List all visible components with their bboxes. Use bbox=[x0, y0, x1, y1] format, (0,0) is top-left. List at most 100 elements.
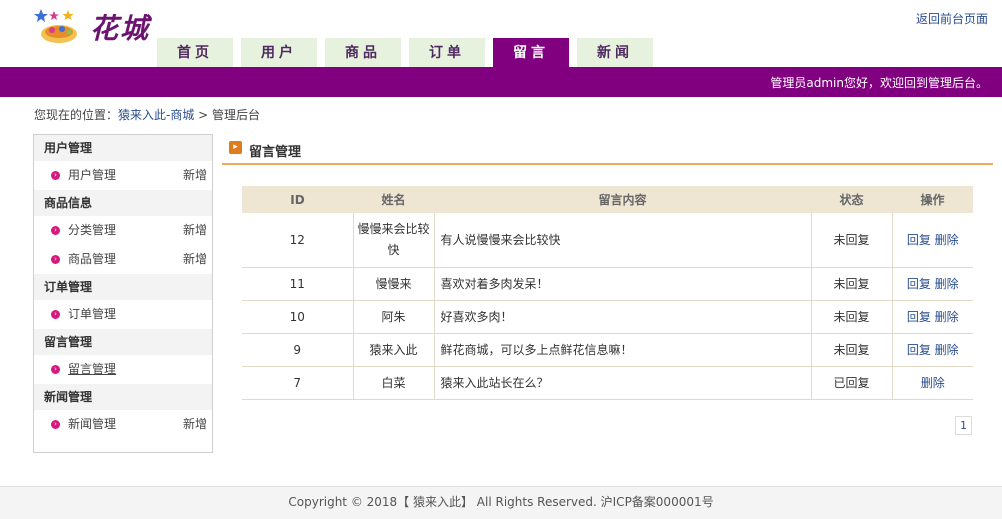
sidebar-group-messages: 留言管理 bbox=[34, 329, 212, 355]
sidebar-item-category-manage[interactable]: › 分类管理 新增 bbox=[34, 216, 212, 245]
add-product-link[interactable]: 新增 bbox=[183, 245, 207, 274]
cell-id: 10 bbox=[242, 300, 353, 334]
bullet-icon: › bbox=[51, 255, 60, 264]
pagination-page-1[interactable]: 1 bbox=[955, 416, 972, 435]
cell-status: 未回复 bbox=[810, 333, 892, 367]
cell-id: 12 bbox=[242, 213, 353, 268]
sidebar-item-label[interactable]: 订单管理 bbox=[68, 300, 116, 329]
brand-name: 花城 bbox=[90, 12, 151, 45]
column-header-content: 留言内容 bbox=[434, 186, 811, 213]
arrow-right-icon: ▸ bbox=[229, 141, 242, 154]
cell-status: 已回复 bbox=[810, 366, 892, 400]
cell-content: 鲜花商城，可以多上点鲜花信息嘛！ bbox=[433, 333, 811, 367]
bullet-icon: › bbox=[51, 420, 60, 429]
cell-id: 7 bbox=[242, 366, 353, 400]
sidebar-item-product-manage[interactable]: › 商品管理 新增 bbox=[34, 245, 212, 274]
sidebar-group-products: 商品信息 bbox=[34, 190, 212, 216]
footer: Copyright © 2018【 猿来入此】 All Rights Reser… bbox=[0, 486, 1002, 519]
reply-link[interactable]: 回复 bbox=[907, 310, 931, 324]
cell-content: 猿来入此站长在么？ bbox=[433, 366, 811, 400]
tab-users[interactable]: 用户 bbox=[241, 38, 317, 67]
cell-name: 慢慢来 bbox=[352, 267, 434, 301]
sidebar-item-label[interactable]: 分类管理 bbox=[68, 216, 116, 245]
cell-id: 11 bbox=[242, 267, 353, 301]
cell-id: 9 bbox=[242, 333, 353, 367]
header: 花城 返回前台页面 首页 用户 商品 订单 留言 新闻 bbox=[0, 0, 1002, 67]
sidebar-group-users: 用户管理 bbox=[34, 135, 212, 161]
column-header-actions: 操作 bbox=[892, 186, 973, 213]
delete-link[interactable]: 删除 bbox=[935, 310, 959, 324]
add-user-link[interactable]: 新增 bbox=[183, 161, 207, 190]
table-row: 11 慢慢来 喜欢对着多肉发呆！ 未回复 回复 删除 bbox=[242, 267, 973, 301]
delete-link[interactable]: 删除 bbox=[921, 376, 945, 390]
breadcrumb-site-link[interactable]: 猿来入此-商城 bbox=[118, 108, 194, 122]
breadcrumb: 您现在的位置：猿来入此-商城 > 管理后台 bbox=[34, 106, 260, 123]
add-category-link[interactable]: 新增 bbox=[183, 216, 207, 245]
cell-actions: 回复 删除 bbox=[891, 213, 973, 268]
tab-news[interactable]: 新闻 bbox=[577, 38, 653, 67]
bullet-icon: › bbox=[51, 365, 60, 374]
cell-actions: 删除 bbox=[891, 366, 973, 400]
cell-status: 未回复 bbox=[810, 267, 892, 301]
main-nav: 首页 用户 商品 订单 留言 新闻 bbox=[157, 38, 661, 67]
welcome-text: 管理员admin您好，欢迎回到管理后台。 bbox=[770, 76, 988, 90]
delete-link[interactable]: 删除 bbox=[935, 277, 959, 291]
reply-link[interactable]: 回复 bbox=[907, 277, 931, 291]
sidebar-group-news: 新闻管理 bbox=[34, 384, 212, 410]
sidebar-group-orders: 订单管理 bbox=[34, 274, 212, 300]
tab-orders[interactable]: 订单 bbox=[409, 38, 485, 67]
tab-messages[interactable]: 留言 bbox=[493, 38, 569, 67]
sidebar-item-label[interactable]: 留言管理 bbox=[68, 355, 116, 384]
delete-link[interactable]: 删除 bbox=[935, 343, 959, 357]
table-row: 7 白菜 猿来入此站长在么？ 已回复 删除 bbox=[242, 366, 973, 400]
cell-name: 白菜 bbox=[352, 366, 434, 400]
cell-status: 未回复 bbox=[810, 300, 892, 334]
sidebar-item-label[interactable]: 用户管理 bbox=[68, 161, 116, 190]
column-header-name: 姓名 bbox=[353, 186, 434, 213]
sidebar-item-user-manage[interactable]: › 用户管理 新增 bbox=[34, 161, 212, 190]
cell-name: 阿朱 bbox=[352, 300, 434, 334]
cell-actions: 回复 删除 bbox=[891, 267, 973, 301]
footer-copyright: Copyright © 2018【 猿来入此】 All Rights Reser… bbox=[288, 495, 714, 509]
table-row: 12 慢慢来会比较快 有人说慢慢来会比较快 未回复 回复 删除 bbox=[242, 213, 973, 268]
cell-actions: 回复 删除 bbox=[891, 333, 973, 367]
delete-link[interactable]: 删除 bbox=[935, 233, 959, 247]
cell-content: 喜欢对着多肉发呆！ bbox=[433, 267, 811, 301]
sidebar-item-order-manage[interactable]: › 订单管理 bbox=[34, 300, 212, 329]
sidebar: 用户管理 › 用户管理 新增 商品信息 › 分类管理 新增 › 商品管理 新增 … bbox=[33, 134, 213, 453]
return-frontend-link[interactable]: 返回前台页面 bbox=[916, 10, 988, 27]
cell-name: 慢慢来会比较快 bbox=[352, 213, 434, 268]
page-title: 留言管理 bbox=[249, 145, 302, 160]
bullet-icon: › bbox=[51, 226, 60, 235]
column-header-id: ID bbox=[242, 186, 353, 213]
panel-title-bar: ▸ 留言管理 bbox=[222, 136, 993, 165]
breadcrumb-prefix: 您现在的位置： bbox=[34, 108, 119, 122]
sidebar-item-label[interactable]: 新闻管理 bbox=[68, 410, 116, 439]
cell-status: 未回复 bbox=[810, 213, 892, 268]
bullet-icon: › bbox=[51, 310, 60, 319]
top-bar: 管理员admin您好，欢迎回到管理后台。 bbox=[0, 67, 1002, 97]
sidebar-item-message-manage[interactable]: › 留言管理 bbox=[34, 355, 212, 384]
reply-link[interactable]: 回复 bbox=[907, 233, 931, 247]
sidebar-item-news-manage[interactable]: › 新闻管理 新增 bbox=[34, 410, 212, 439]
cell-name-text: 慢慢来会比较快 bbox=[357, 221, 430, 257]
table-row: 9 猿来入此 鲜花商城，可以多上点鲜花信息嘛！ 未回复 回复 删除 bbox=[242, 333, 973, 367]
column-header-status: 状态 bbox=[811, 186, 892, 213]
tab-home[interactable]: 首页 bbox=[157, 38, 233, 67]
logo[interactable]: 花城 bbox=[30, 5, 155, 49]
message-table: ID 姓名 留言内容 状态 操作 12 慢慢来会比较快 有人说慢慢来会比较快 未… bbox=[242, 186, 973, 400]
reply-link[interactable]: 回复 bbox=[907, 343, 931, 357]
tab-products[interactable]: 商品 bbox=[325, 38, 401, 67]
cell-content: 有人说慢慢来会比较快 bbox=[433, 213, 811, 268]
table-row: 10 阿朱 好喜欢多肉！ 未回复 回复 删除 bbox=[242, 300, 973, 334]
add-news-link[interactable]: 新增 bbox=[183, 410, 207, 439]
breadcrumb-separator: > bbox=[194, 108, 213, 122]
cell-actions: 回复 删除 bbox=[891, 300, 973, 334]
cell-content: 好喜欢多肉！ bbox=[433, 300, 811, 334]
table-header-row: ID 姓名 留言内容 状态 操作 bbox=[242, 186, 973, 213]
flower-logo-icon bbox=[34, 9, 77, 43]
cell-name: 猿来入此 bbox=[352, 333, 434, 367]
breadcrumb-current: 管理后台 bbox=[212, 108, 261, 122]
sidebar-item-label[interactable]: 商品管理 bbox=[68, 245, 116, 274]
bullet-icon: › bbox=[51, 171, 60, 180]
